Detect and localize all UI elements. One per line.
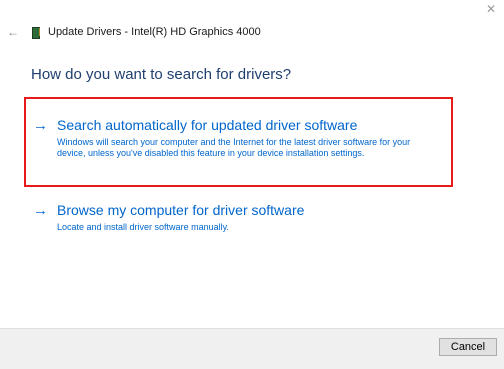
search-automatically-option[interactable]: → Search automatically for updated drive… [33, 116, 437, 159]
option-description: Locate and install driver software manua… [57, 222, 229, 232]
page-heading: How do you want to search for drivers? [31, 66, 292, 83]
window-title: Update Drivers - Intel(R) HD Graphics 40… [48, 26, 261, 38]
graphics-card-icon [32, 26, 40, 39]
option-title[interactable]: Browse my computer for driver software [57, 201, 437, 220]
title-bar: ← Update Drivers - Intel(R) HD Graphics … [0, 22, 504, 42]
cancel-button[interactable]: Cancel [439, 338, 497, 356]
dialog-footer: Cancel [0, 328, 504, 369]
option-title[interactable]: Search automatically for updated driver … [57, 116, 437, 135]
option-description: Windows will search your computer and th… [57, 137, 411, 158]
back-arrow-icon[interactable]: ← [0, 22, 26, 42]
right-arrow-icon: → [33, 117, 48, 134]
browse-computer-option[interactable]: → Browse my computer for driver software… [33, 201, 437, 233]
right-arrow-icon: → [33, 202, 48, 219]
close-icon[interactable]: ✕ [478, 0, 504, 18]
